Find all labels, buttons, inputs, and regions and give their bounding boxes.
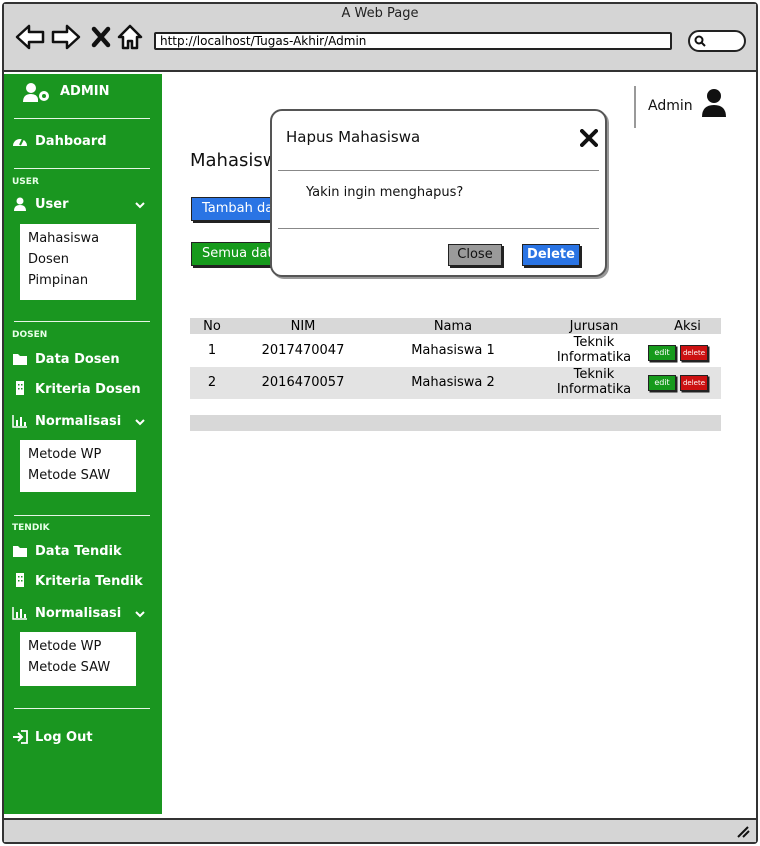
sidebar-item-kriteria-dosen[interactable]: Kriteria Dosen bbox=[12, 380, 152, 400]
column-header: Jurusan bbox=[569, 319, 619, 334]
resize-grip-icon[interactable] bbox=[736, 826, 750, 838]
logout-link[interactable]: Log Out bbox=[12, 728, 152, 748]
logout-label: Log Out bbox=[35, 730, 93, 745]
sidebar-item-kriteria-tendik[interactable]: Kriteria Tendik bbox=[12, 572, 152, 592]
sidebar-item-label: Data Dosen bbox=[35, 352, 120, 367]
cell-jurusan-line: Informatika bbox=[556, 382, 632, 397]
sidebar-item-label: Data Tendik bbox=[35, 544, 122, 559]
header-user-name: Admin bbox=[648, 98, 693, 114]
sidebar-divider bbox=[14, 321, 150, 322]
table-row: 1 2017470047 Mahasiswa 1 Teknik Informat… bbox=[190, 334, 721, 367]
submenu-item-mahasiswa[interactable]: Mahasiswa bbox=[20, 228, 136, 249]
delete-button[interactable]: delete bbox=[680, 375, 708, 391]
sidebar-item-data-dosen[interactable]: Data Dosen bbox=[12, 350, 152, 370]
column-header: Nama bbox=[433, 319, 473, 334]
cell-no: 1 bbox=[207, 343, 217, 358]
cell-nama: Mahasiswa 1 bbox=[411, 343, 495, 358]
cell-nim: 2017470047 bbox=[261, 343, 345, 358]
sidebar-divider bbox=[14, 708, 150, 709]
sidebar-divider bbox=[14, 118, 150, 119]
table-row: 2 2016470057 Mahasiswa 2 Teknik Informat… bbox=[190, 367, 721, 399]
cell-jurusan: Teknik Informatika bbox=[534, 335, 654, 365]
sign-out-icon bbox=[13, 730, 28, 744]
sidebar-item-label: Kriteria Tendik bbox=[35, 574, 143, 589]
submenu-normalisasi-dosen: Metode WP Metode SAW bbox=[20, 440, 136, 492]
close-icon[interactable] bbox=[580, 129, 598, 147]
submenu-normalisasi-tendik: Metode WP Metode SAW bbox=[20, 632, 136, 686]
sidebar-item-label: Normalisasi bbox=[35, 606, 122, 621]
submenu-user: Mahasiswa Dosen Pimpinan bbox=[20, 224, 136, 300]
section-label-user: USER bbox=[12, 177, 39, 187]
cell-jurusan-line: Teknik bbox=[573, 335, 615, 350]
submenu-item-pimpinan[interactable]: Pimpinan bbox=[20, 270, 136, 291]
browser-search-box[interactable] bbox=[688, 30, 746, 52]
modal-delete-button[interactable]: Delete bbox=[522, 244, 580, 266]
section-label-tendik: TENDIK bbox=[12, 523, 50, 533]
sidebar-item-label: Kriteria Dosen bbox=[35, 382, 141, 397]
submenu-item-metode-saw[interactable]: Metode SAW bbox=[20, 657, 136, 678]
window-title: A Web Page bbox=[341, 6, 419, 21]
dashboard-gauge-icon bbox=[13, 138, 27, 146]
user-icon bbox=[14, 197, 26, 211]
modal-message: Yakin ingin menghapus? bbox=[306, 185, 464, 200]
sidebar-item-data-tendik[interactable]: Data Tendik bbox=[12, 542, 152, 562]
modal-close-button[interactable]: Close bbox=[448, 244, 502, 266]
forward-arrow-icon[interactable] bbox=[50, 22, 82, 52]
modal-header-divider bbox=[278, 170, 599, 171]
user-avatar-icon[interactable] bbox=[701, 88, 727, 118]
sidebar-item-label: Normalisasi bbox=[35, 414, 122, 429]
sidebar-divider bbox=[14, 168, 150, 169]
sidebar-item-label: User bbox=[35, 197, 69, 212]
building-icon bbox=[16, 573, 24, 587]
building-icon bbox=[16, 381, 24, 395]
chevron-down-icon bbox=[135, 419, 145, 426]
cell-nim: 2016470057 bbox=[261, 375, 345, 390]
table-header-row: No NIM Nama Jurusan Aksi bbox=[190, 318, 721, 334]
users-cog-icon bbox=[23, 83, 49, 102]
delete-button[interactable]: delete bbox=[680, 345, 708, 361]
back-arrow-icon[interactable] bbox=[14, 22, 46, 52]
submenu-item-metode-wp[interactable]: Metode WP bbox=[20, 636, 136, 657]
cell-nama: Mahasiswa 2 bbox=[411, 375, 495, 390]
bar-chart-icon bbox=[12, 415, 27, 428]
sidebar-item-user[interactable]: User bbox=[12, 195, 152, 215]
modal-footer-divider bbox=[278, 228, 599, 229]
table-footer bbox=[190, 415, 721, 431]
submenu-item-metode-saw[interactable]: Metode SAW bbox=[20, 465, 136, 486]
sidebar-item-normalisasi-tendik[interactable]: Normalisasi bbox=[12, 604, 152, 624]
column-header: NIM bbox=[290, 319, 316, 334]
sidebar-item-normalisasi-dosen[interactable]: Normalisasi bbox=[12, 412, 152, 432]
chevron-down-icon bbox=[135, 202, 145, 209]
bar-chart-icon bbox=[12, 607, 27, 620]
folder-icon bbox=[13, 354, 27, 365]
modal-title: Hapus Mahasiswa bbox=[286, 128, 421, 146]
chevron-down-icon bbox=[135, 611, 145, 618]
delete-confirm-modal: Hapus Mahasiswa Yakin ingin menghapus? C… bbox=[270, 109, 607, 277]
sidebar-divider bbox=[14, 515, 150, 516]
cell-no: 2 bbox=[207, 375, 217, 390]
stop-x-icon[interactable] bbox=[90, 22, 112, 52]
section-label-dosen: DOSEN bbox=[12, 330, 48, 340]
sidebar-item-label: Dahboard bbox=[35, 134, 107, 149]
header-divider bbox=[634, 86, 636, 128]
edit-button[interactable]: edit bbox=[648, 345, 676, 361]
sidebar: ADMIN Dahboard USER User Mahasiswa Dosen… bbox=[4, 74, 162, 814]
submenu-item-metode-wp[interactable]: Metode WP bbox=[20, 444, 136, 465]
sidebar-item-dashboard[interactable]: Dahboard bbox=[12, 132, 152, 152]
edit-button[interactable]: edit bbox=[648, 375, 676, 391]
browser-status-bar bbox=[4, 818, 756, 842]
search-icon bbox=[694, 35, 706, 47]
data-table: No NIM Nama Jurusan Aksi 1 2017470047 Ma… bbox=[190, 318, 721, 399]
submenu-item-dosen[interactable]: Dosen bbox=[20, 249, 136, 270]
cell-jurusan-line: Teknik bbox=[573, 367, 615, 382]
url-bar[interactable]: http://localhost/Tugas-Akhir/Admin bbox=[154, 32, 672, 50]
brand-label: ADMIN bbox=[60, 84, 110, 99]
cell-jurusan-line: Informatika bbox=[556, 350, 632, 365]
cell-jurusan: Teknik Informatika bbox=[534, 367, 654, 397]
column-header: No bbox=[203, 319, 221, 334]
column-header: Aksi bbox=[674, 319, 701, 334]
home-icon[interactable] bbox=[116, 22, 144, 52]
folder-icon bbox=[13, 546, 27, 557]
